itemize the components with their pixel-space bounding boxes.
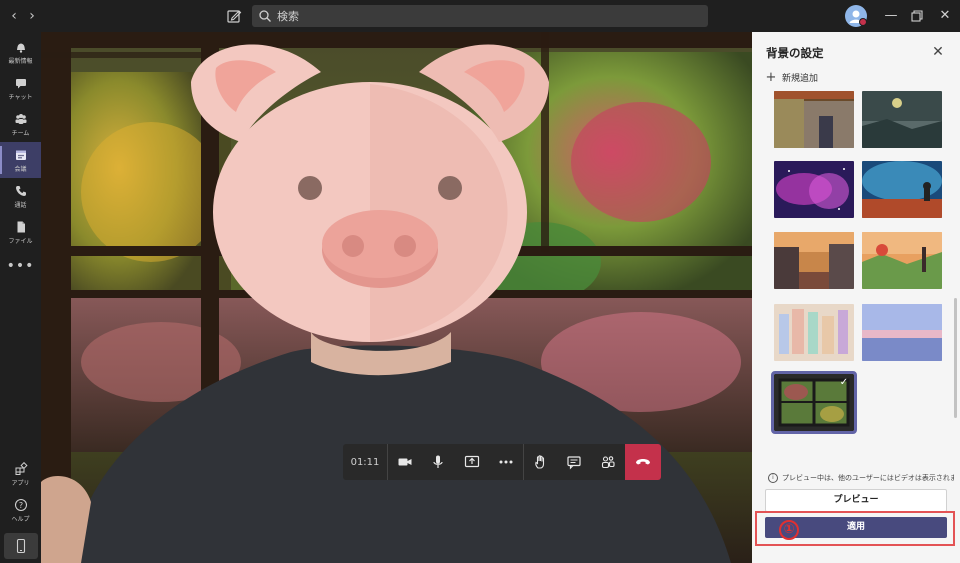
chat-icon [15,78,26,88]
rail-label: 最新情報 [8,57,33,65]
chat-icon[interactable] [557,444,591,480]
background-thumbnail[interactable] [862,91,942,148]
step-marker: ① [779,520,799,540]
rail-item-help[interactable]: ? ヘルプ [0,492,41,528]
minimize-icon[interactable]: — [881,6,901,26]
camera-icon[interactable] [387,444,421,480]
search-box[interactable]: 検索 [252,5,708,27]
plus-icon: + [765,70,777,85]
background-gallery: ✓ [752,88,952,468]
rail-label: チャット [8,93,33,101]
info-icon: i [768,473,778,483]
close-icon[interactable]: ✕ [930,44,946,60]
background-thumbnail-selected[interactable]: ✓ [771,371,857,434]
background-thumbnail[interactable] [774,91,854,148]
teams-window: ‹ › 検索 — ✕ 最新情報 チャット チーム 会議 通話 ファイル ••• … [0,0,960,563]
title-bar: ‹ › 検索 — ✕ [0,0,960,32]
share-screen-icon[interactable] [455,444,489,480]
calendar-icon [15,150,26,160]
rail-label: アプリ [11,479,30,487]
bell-icon [16,43,25,53]
checkmark-icon: ✓ [839,377,849,388]
rail-item-files[interactable]: ファイル [0,214,41,250]
panel-title: 背景の設定 [766,46,824,60]
phone-icon [15,185,26,196]
preview-notice-text: プレビュー中は、他のユーザーにはビデオは表示されま... [782,474,954,482]
rail-item-calls[interactable]: 通話 [0,178,41,214]
file-icon [17,221,25,232]
new-chat-icon[interactable] [224,6,244,26]
svg-text:?: ? [18,501,22,510]
call-controls: 01:11 [343,444,661,480]
background-settings-panel: 背景の設定 ✕ + 新規追加 ✓ i プレビュー中は、他のユーザーにはビデオは表… [752,32,960,563]
background-thumbnail[interactable] [862,304,942,361]
add-new-button[interactable]: + 新規追加 [764,70,818,85]
hang-up-icon[interactable] [625,444,661,480]
search-icon [259,10,271,22]
apps-icon [15,461,28,475]
background-thumbnail[interactable] [862,161,942,218]
preview-button[interactable]: プレビュー [765,489,947,512]
more-apps-icon[interactable]: ••• [0,258,41,274]
video-stage: 01:11 [41,32,752,563]
background-thumbnail[interactable] [862,232,942,289]
call-timer: 01:11 [350,456,380,468]
rail-label: 通話 [14,201,27,209]
preview-notice: i プレビュー中は、他のユーザーにはビデオは表示されま... [768,473,954,483]
rail-label: ヘルプ [11,515,30,523]
raise-hand-icon[interactable] [523,444,557,480]
chevron-left-icon[interactable]: ‹ [4,6,24,26]
video-feed [41,32,752,563]
chevron-right-icon[interactable]: › [22,6,42,26]
scroll-thumb[interactable] [954,298,957,418]
rail-item-chat[interactable]: チャット [0,70,41,106]
app-rail: 最新情報 チャット チーム 会議 通話 ファイル ••• アプリ ? ヘルプ [0,32,41,563]
microphone-icon[interactable] [421,444,455,480]
help-icon: ? [14,498,27,511]
scrollbar[interactable] [952,88,958,468]
background-thumbnail[interactable] [774,304,854,361]
participants-icon[interactable] [591,444,625,480]
background-thumbnail[interactable] [774,232,854,289]
maximize-icon[interactable] [907,6,927,26]
rail-label: チーム [11,129,30,137]
rail-label: 会議 [14,165,27,173]
rail-item-apps[interactable]: アプリ [0,456,41,492]
rail-item-meetings[interactable]: 会議 [0,142,41,178]
presence-badge [859,18,867,26]
rail-item-teams[interactable]: チーム [0,106,41,142]
more-actions-icon[interactable] [489,444,523,480]
add-new-label: 新規追加 [782,74,819,84]
rail-label: ファイル [8,237,33,245]
rail-item-activity[interactable]: 最新情報 [0,34,41,70]
background-thumbnail[interactable] [774,161,854,218]
mobile-icon[interactable] [4,533,38,559]
teams-icon [15,113,26,124]
search-placeholder: 検索 [277,10,299,23]
close-icon[interactable]: ✕ [935,6,955,26]
